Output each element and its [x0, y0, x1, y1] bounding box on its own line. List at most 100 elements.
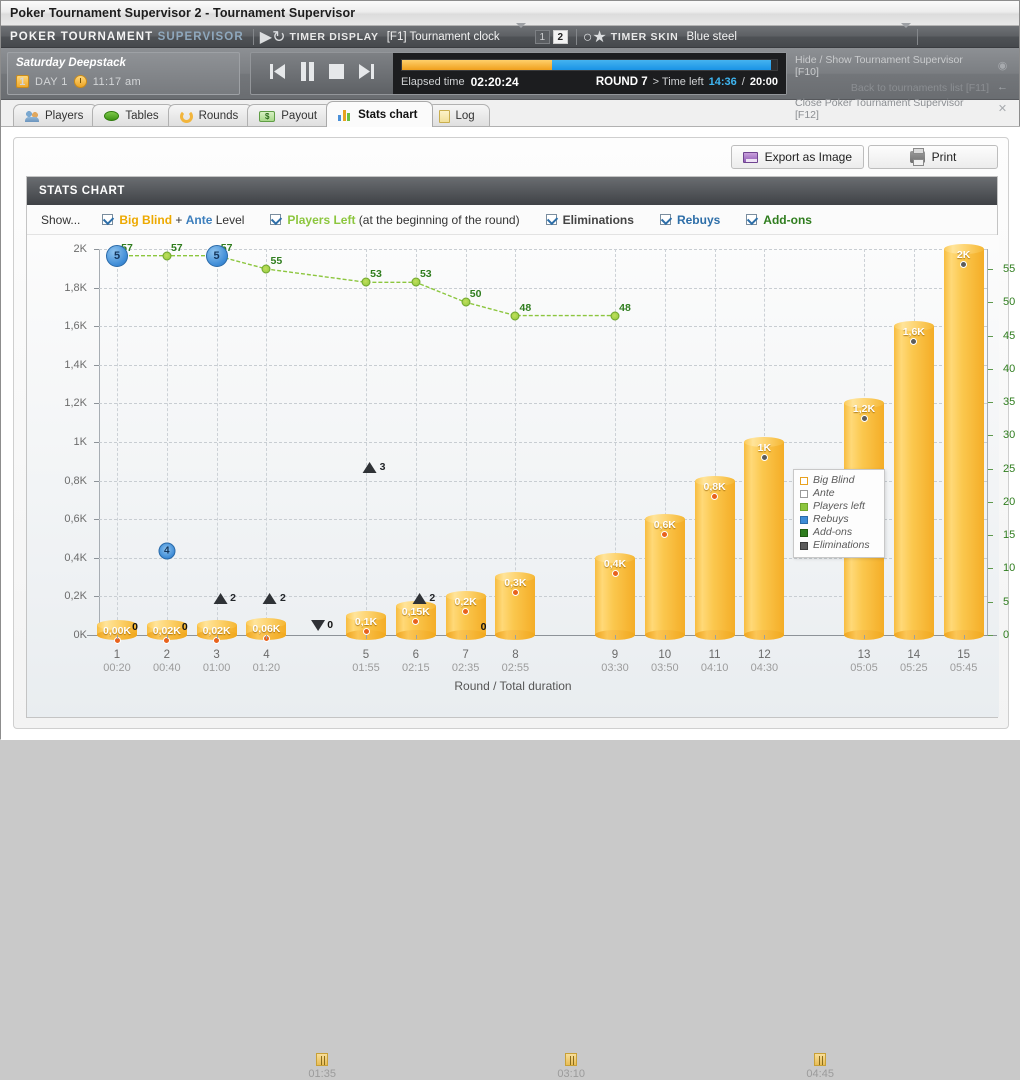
option-eliminations[interactable]: Eliminations: [545, 212, 634, 227]
checkbox-add-ons[interactable]: [746, 214, 758, 225]
title-bar: Poker Tournament Supervisor 2 - Tourname…: [1, 1, 1019, 26]
print-label: Print: [931, 150, 957, 164]
show-label: Show...: [41, 212, 81, 227]
side-link-label: Hide / Show Tournament Supervisor [F10]: [795, 54, 963, 78]
tournament-info: Saturday Deepstack 1 DAY 1 11:17 am: [7, 52, 240, 95]
y2-axis-label: 50: [1003, 296, 1016, 309]
side-link-label: Back to tournaments list [F11]: [850, 81, 989, 94]
players-left-point[interactable]: [162, 251, 172, 261]
day-icon: 1: [16, 75, 29, 88]
y2-axis-label: 0: [1003, 629, 1010, 641]
timer-skin-value: Blue steel: [686, 30, 737, 43]
x-tick: [615, 635, 616, 639]
option-part: Level: [212, 212, 245, 227]
elimination-marker[interactable]: 3: [362, 461, 385, 473]
tab-label: Rounds: [198, 110, 239, 122]
x-tick: [366, 635, 367, 639]
clock-icon: [73, 75, 87, 88]
pause-button[interactable]: [300, 61, 315, 87]
tournament-header: Saturday Deepstack 1 DAY 1 11:17 am Elap…: [1, 48, 1019, 121]
window-title: Poker Tournament Supervisor 2 - Tourname…: [10, 6, 356, 20]
next-button[interactable]: [358, 62, 375, 86]
break-icon: [565, 1053, 578, 1066]
legend-label: Ante: [813, 487, 835, 499]
option-part: Eliminations: [562, 212, 634, 227]
elimination-marker[interactable]: 2: [262, 592, 286, 604]
elimination-count: 2: [429, 592, 436, 604]
back-to-tournaments-link[interactable]: Back to tournaments list [F11] ←: [795, 81, 1009, 94]
option-rebuys[interactable]: Rebuys: [659, 213, 720, 227]
timer-display-value: [F1] Tournament clock: [386, 30, 500, 43]
legend-swatch: [800, 515, 808, 524]
elimination-marker[interactable]: 2: [412, 592, 435, 604]
transport-controls: [251, 61, 393, 87]
page-2-button[interactable]: 2: [552, 29, 568, 44]
checkbox-big-blind-ante[interactable]: [102, 214, 114, 225]
timer-display-selector[interactable]: ▶↻ TIMER DISPLAY [F1] Tournament clock: [254, 22, 532, 48]
legend-label: Big Blind: [813, 474, 855, 486]
y2-axis-label: 55: [1003, 262, 1016, 275]
option-part: Big Blind: [119, 212, 173, 227]
checkbox-eliminations[interactable]: [545, 214, 557, 225]
rebuy-marker[interactable]: 5: [106, 244, 128, 267]
chart-header: STATS CHART: [27, 177, 997, 205]
tab-label: Payout: [281, 110, 318, 122]
option-add-ons[interactable]: Add-ons: [746, 213, 812, 227]
x-axis-tick-label: 12 04:30: [735, 649, 793, 674]
payout-icon: $: [259, 110, 276, 122]
export-as-image-button[interactable]: Export as Image: [730, 145, 864, 169]
option-big-blind-ante[interactable]: Big Blind + Ante Level: [102, 213, 244, 227]
elapsed-time-value: 02:20:24: [470, 74, 519, 89]
elimination-triangle-icon: [213, 592, 228, 604]
players-left-value-label: 57: [170, 241, 183, 254]
checkbox-rebuys[interactable]: [659, 214, 671, 225]
x-tick: [465, 635, 467, 639]
tab-stats-chart[interactable]: Stats chart: [326, 101, 433, 127]
players-left-value-label: 50: [469, 288, 482, 301]
x-tick: [963, 635, 965, 639]
x-tick: [117, 635, 118, 639]
addon-marker[interactable]: 0: [311, 619, 333, 631]
players-left-value-label: 48: [519, 301, 532, 314]
rebuy-marker[interactable]: 4: [158, 542, 176, 560]
round-label: ROUND 7: [595, 75, 648, 88]
timer-display-label: TIMER DISPLAY: [289, 30, 379, 43]
elimination-marker[interactable]: 2: [213, 592, 236, 604]
export-label: Export as Image: [764, 150, 852, 164]
timer-skin-selector[interactable]: ○★ TIMER SKIN Blue steel: [577, 22, 917, 48]
hide-show-supervisor-link[interactable]: Hide / Show Tournament Supervisor [F10] …: [795, 54, 1009, 78]
round-duration-value: 20:00: [749, 75, 778, 88]
tab-log[interactable]: Log: [426, 104, 490, 127]
print-button[interactable]: Print: [868, 145, 998, 169]
previous-button[interactable]: [269, 62, 286, 86]
legend-swatch: [800, 502, 808, 511]
players-left-point[interactable]: [411, 277, 421, 287]
chart-options: Show... Big Blind + Ante Level Players L…: [27, 205, 997, 235]
x-tick: [764, 635, 766, 639]
tab-payout[interactable]: $ Payout: [247, 104, 333, 127]
x-axis-tick-label: 15 05:45: [935, 649, 993, 674]
time-left-value: 14:36: [708, 75, 737, 88]
x-axis-tick-label: 8 02:55: [486, 649, 544, 674]
tab-rounds[interactable]: Rounds: [167, 104, 254, 127]
players-left-point[interactable]: [461, 297, 471, 307]
x-tick: [664, 635, 666, 639]
tab-label: Tables: [125, 110, 159, 122]
tab-label: Log: [455, 110, 475, 122]
checkbox-players-left[interactable]: [270, 214, 282, 225]
stop-button[interactable]: [329, 63, 344, 84]
players-left-point[interactable]: [610, 311, 620, 321]
y2-axis-label: 5: [1003, 595, 1010, 608]
players-left-value-label: 53: [370, 268, 382, 281]
chart-container: STATS CHART Show... Big Blind + Ante Lev…: [26, 176, 1015, 1080]
tab-tables[interactable]: Tables: [92, 104, 174, 127]
page-1-button[interactable]: 1: [534, 29, 550, 44]
players-left-point[interactable]: [361, 277, 371, 287]
players-left-point[interactable]: [510, 311, 520, 321]
rebuy-marker[interactable]: 5: [205, 244, 228, 267]
tab-players[interactable]: Players: [13, 104, 99, 127]
y2-axis-label: 30: [1003, 429, 1016, 442]
x-tick: [216, 635, 218, 639]
players-left-point[interactable]: [261, 264, 271, 274]
option-players-left[interactable]: Players Left (at the beginning of the ro…: [270, 213, 520, 227]
